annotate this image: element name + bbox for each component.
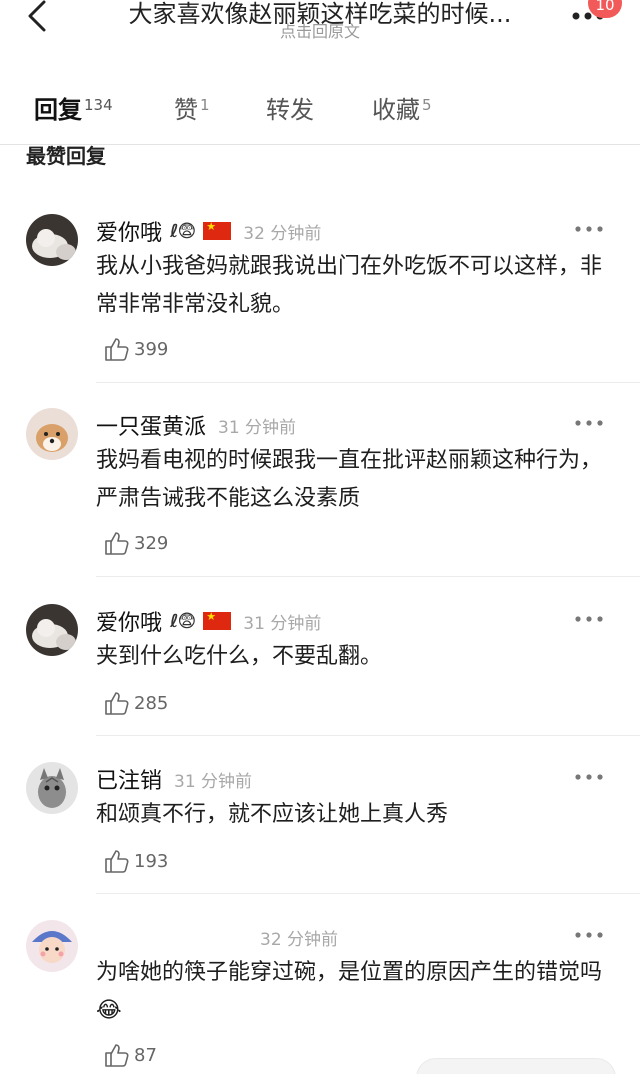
tab-count: 134 [84,96,113,114]
page: 大家喜欢像赵丽颖这样吃菜的时候... 点击回原文 10 回复 134 赞1 转发 … [0,0,640,1074]
tab-label: 收藏 [372,96,420,124]
more-dots-icon[interactable] [574,614,604,624]
timestamp: 32 分钟前 [260,929,339,950]
comment-header: 爱你哦 ℓ😨 32 分钟前 [96,216,321,246]
tab-favorites[interactable]: 收藏 5 [372,90,432,125]
like-button[interactable]: 329 [104,530,168,556]
timestamp: 32 分钟前 [243,223,322,244]
username[interactable]: 一只蛋黄派 [96,409,206,441]
comment-header: 爱你哦 ℓ😨 31 分钟前 [96,606,321,636]
avatar[interactable] [26,604,78,656]
comment-header: 32 分钟前 [96,922,338,952]
username[interactable]: 爱你哦 [96,215,162,247]
like-button[interactable]: 87 [104,1042,157,1068]
top-bar: 大家喜欢像赵丽颖这样吃菜的时候... 点击回原文 10 [0,0,640,50]
like-button[interactable]: 399 [104,336,168,362]
china-flag-icon [203,610,232,630]
more-dots-icon[interactable] [574,224,604,234]
username[interactable]: 已注销 [96,763,162,795]
tab-count: 1 [200,96,210,114]
username[interactable]: 爱你哦 [96,605,162,637]
tab-likes[interactable]: 赞1 [174,90,210,125]
tab-label: 回复 [34,96,82,124]
avatar[interactable] [26,762,78,814]
avatar[interactable] [26,408,78,460]
floating-action-bar[interactable] [416,1058,616,1074]
tab-bar: 回复 134 赞1 转发 收藏 5 [0,80,640,144]
tab-count: 5 [422,96,432,114]
back-to-original-link[interactable]: 点击回原文 [220,18,420,42]
thumbs-up-icon [105,1044,129,1067]
timestamp: 31 分钟前 [218,417,297,438]
comment-text: 和颂真不行，就不应该让她上真人秀 [96,802,449,827]
like-count: 87 [134,1044,157,1066]
chevron-left-icon[interactable] [22,0,52,38]
divider [96,382,640,383]
like-button[interactable]: 285 [104,690,168,716]
tab-label: 转发 [266,96,314,124]
comment-text: 我从小我爸妈就跟我说出门在外吃饭不可以这样，非常非常非常没礼貌。 [96,254,603,317]
tab-label: 赞 [174,96,198,124]
more-dots-icon[interactable] [574,930,604,940]
like-count: 285 [134,692,169,714]
user-badge: ℓ😨 [170,220,196,242]
thumbs-up-icon [105,692,129,715]
like-count: 329 [134,532,169,554]
divider [96,893,640,894]
comment-header: 一只蛋黄派 31 分钟前 [96,410,296,440]
like-button[interactable]: 193 [104,848,168,874]
thumbs-up-icon [105,850,129,873]
avatar[interactable] [26,214,78,266]
comment-text: 夹到什么吃什么，不要乱翻。 [96,644,383,669]
more-dots-icon[interactable] [574,418,604,428]
timestamp: 31 分钟前 [174,771,253,792]
thumbs-up-icon [105,338,129,361]
more-dots-icon[interactable] [574,772,604,782]
comment-text: 为啥她的筷子能穿过碗，是位置的原因产生的错觉吗😂 [96,960,603,1023]
like-count: 193 [134,850,169,872]
avatar[interactable] [26,920,78,972]
divider [96,576,640,577]
thumbs-up-icon [105,532,129,555]
tab-reposts[interactable]: 转发 [266,90,314,125]
user-badge: ℓ😨 [170,610,196,632]
tab-replies[interactable]: 回复 134 [34,90,113,125]
like-count: 399 [134,338,169,360]
divider [96,735,640,736]
section-title: 最赞回复 [26,144,106,168]
china-flag-icon [203,220,232,240]
comment-header: 已注销 31 分钟前 [96,764,252,794]
timestamp: 31 分钟前 [243,613,322,634]
comment-text: 我妈看电视的时候跟我一直在批评赵丽颖这种行为，严肃告诫我不能这么没素质 [96,448,603,511]
